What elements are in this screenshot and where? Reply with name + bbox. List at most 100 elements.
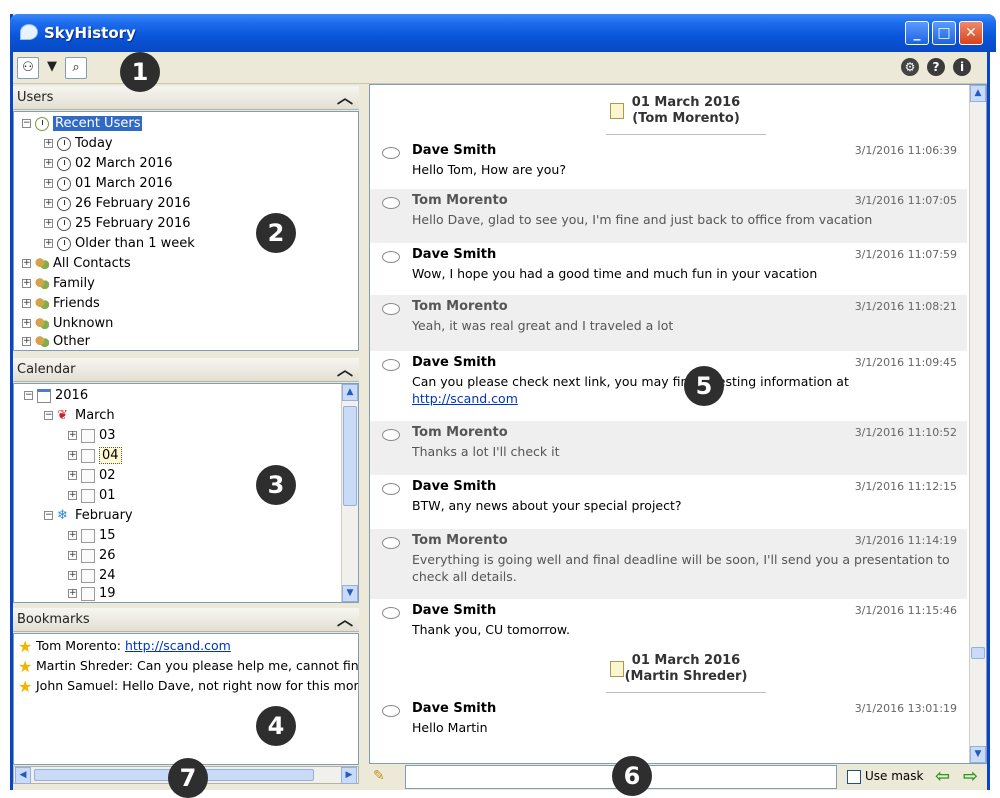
search-icon[interactable]: ⌕	[65, 57, 87, 79]
expand-toggle-icon[interactable]: +	[22, 337, 31, 346]
message-row[interactable]: Tom Morento 3/1/2016 11:14:19 Everything…	[370, 529, 967, 599]
message-author: Dave Smith	[412, 603, 497, 618]
message-row[interactable]: Dave Smith 3/1/2016 11:09:45 Can you ple…	[370, 351, 967, 421]
collapse-toggle-icon[interactable]: −	[44, 411, 53, 420]
collapse-chevron-icon[interactable]: ︿	[337, 608, 353, 632]
collapse-toggle-icon[interactable]: −	[24, 391, 33, 400]
users-panel-header[interactable]: Users ︿	[13, 86, 359, 110]
chat-scrollbar[interactable]: ▲ ▼	[969, 85, 986, 763]
expand-toggle-icon[interactable]: +	[44, 179, 53, 188]
tree-node-recent[interactable]: + Older than 1 week	[44, 234, 195, 254]
scroll-thumb[interactable]	[343, 406, 357, 506]
tree-node-label: Today	[75, 136, 113, 151]
clear-broom-icon[interactable]: ✎	[373, 768, 395, 786]
conversation-header[interactable]: 01 March 2016 (Tom Morento)	[606, 95, 766, 135]
expand-toggle-icon[interactable]: +	[22, 299, 31, 308]
scroll-right-icon[interactable]: ▶	[341, 767, 357, 784]
scroll-thumb[interactable]	[971, 647, 985, 659]
expand-toggle-icon[interactable]: +	[44, 219, 53, 228]
use-mask-checkbox[interactable]	[847, 770, 861, 784]
tree-node-group[interactable]: + Unknown	[22, 314, 113, 334]
tree-node-recent[interactable]: +01 March 2016	[44, 174, 173, 194]
expand-toggle-icon[interactable]: +	[68, 551, 77, 560]
collapse-chevron-icon[interactable]: ︿	[337, 86, 353, 110]
message-link[interactable]: http://scand.com	[412, 391, 518, 406]
expand-toggle-icon[interactable]: +	[44, 239, 53, 248]
info-icon[interactable]: i	[953, 58, 971, 76]
filter-icon[interactable]: ▼	[41, 57, 63, 79]
message-row[interactable]: Dave Smith 3/1/2016 11:15:46 Thank you, …	[370, 599, 967, 649]
bookmarks-panel-header[interactable]: Bookmarks ︿	[13, 608, 359, 632]
message-row[interactable]: Tom Morento 3/1/2016 11:07:05 Hello Dave…	[370, 189, 967, 243]
collapse-toggle-icon[interactable]: −	[44, 511, 53, 520]
expand-toggle-icon[interactable]: +	[44, 199, 53, 208]
message-row[interactable]: Dave Smith 3/1/2016 11:06:39 Hello Tom, …	[370, 139, 967, 189]
help-icon[interactable]: ?	[927, 58, 945, 76]
clock-icon	[57, 236, 71, 251]
tree-node-day[interactable]: +26	[68, 546, 116, 566]
minimize-button[interactable]: _	[905, 21, 929, 45]
scroll-down-icon[interactable]: ▼	[342, 585, 358, 602]
conversation-header[interactable]: 01 March 2016 (Martin Shreder)	[606, 653, 766, 693]
expand-toggle-icon[interactable]: +	[68, 491, 77, 500]
tree-node-recent[interactable]: + Today	[44, 134, 113, 154]
expand-toggle-icon[interactable]: +	[68, 589, 77, 598]
message-row[interactable]: Dave Smith 3/1/2016 11:12:15 BTW, any ne…	[370, 475, 967, 529]
scroll-left-icon[interactable]: ◀	[15, 767, 31, 784]
tree-node-year[interactable]: − 2016	[24, 386, 88, 406]
tree-node-day[interactable]: +15	[68, 526, 116, 546]
tree-node-group[interactable]: + Other	[22, 332, 90, 350]
expand-toggle-icon[interactable]: +	[22, 279, 31, 288]
expand-toggle-icon[interactable]: +	[68, 431, 77, 440]
message-row[interactable]: Dave Smith 3/1/2016 11:07:59 Wow, I hope…	[370, 243, 967, 295]
message-row[interactable]: Tom Morento 3/1/2016 11:10:52 Thanks a l…	[370, 421, 967, 475]
previous-arrow-icon[interactable]: ⇦	[935, 766, 950, 787]
scroll-up-icon[interactable]: ▲	[342, 384, 358, 401]
scroll-down-icon[interactable]: ▼	[970, 746, 986, 763]
tree-node-recent[interactable]: +02 March 2016	[44, 154, 173, 174]
conversation-date: 01 March 2016	[631, 95, 741, 110]
speech-bubble-icon	[382, 537, 400, 549]
calendar-tree: −2016 − ❦ March +03 +04 +02 +01 − ❄ February…	[13, 383, 359, 603]
tree-node-day[interactable]: +01	[68, 486, 116, 506]
tree-node-month[interactable]: − ❄ February	[44, 506, 133, 526]
expand-toggle-icon[interactable]: +	[22, 319, 31, 328]
expand-toggle-icon[interactable]: +	[22, 259, 31, 268]
scroll-up-icon[interactable]: ▲	[970, 85, 986, 102]
collapse-chevron-icon[interactable]: ︿	[337, 358, 353, 382]
bookmark-item[interactable]: ★ John Samuel: Hello Dave, not right now …	[18, 676, 358, 696]
tree-node-day[interactable]: +24	[68, 566, 116, 586]
tree-node-group[interactable]: + Family	[22, 274, 95, 294]
tree-node-recent[interactable]: +26 February 2016	[44, 194, 191, 214]
tree-node-recent[interactable]: +25 February 2016	[44, 214, 191, 234]
close-button[interactable]: ✕	[959, 21, 983, 45]
expand-toggle-icon[interactable]: +	[68, 471, 77, 480]
gear-icon[interactable]: ⚙	[901, 58, 919, 76]
tree-node-day[interactable]: +19	[68, 584, 116, 602]
message-row[interactable]: Dave Smith 3/1/2016 13:01:19 Hello Marti…	[370, 697, 967, 747]
title-bar[interactable]: SkyHistory _ □ ✕	[10, 14, 996, 52]
next-arrow-icon[interactable]: ⇨	[963, 766, 978, 787]
bookmark-item[interactable]: ★ Tom Morento: http://scand.com	[18, 636, 231, 656]
calendar-scrollbar[interactable]: ▲ ▼	[341, 384, 358, 602]
maximize-button[interactable]: □	[932, 21, 956, 45]
tree-node-group[interactable]: + Friends	[22, 294, 100, 314]
group-icon	[35, 334, 49, 349]
calendar-panel-header[interactable]: Calendar ︿	[13, 358, 359, 382]
collapse-toggle-icon[interactable]: −	[22, 119, 31, 128]
expand-toggle-icon[interactable]: +	[44, 139, 53, 148]
tree-node-group[interactable]: + All Contacts	[22, 254, 131, 274]
tree-node-day[interactable]: +03	[68, 426, 116, 446]
tree-node-day[interactable]: +04	[68, 446, 122, 466]
expand-toggle-icon[interactable]: +	[68, 571, 77, 580]
expand-toggle-icon[interactable]: +	[44, 159, 53, 168]
tree-node-month[interactable]: − ❦ March	[44, 406, 115, 426]
bookmark-item[interactable]: ★ Martin Shreder: Can you please help me,…	[18, 656, 358, 676]
bookmark-link[interactable]: http://scand.com	[125, 638, 231, 653]
tree-node-day[interactable]: +02	[68, 466, 116, 486]
expand-toggle-icon[interactable]: +	[68, 531, 77, 540]
expand-toggle-icon[interactable]: +	[68, 451, 77, 460]
tree-node-recent-users[interactable]: − Recent Users	[22, 114, 143, 134]
message-row[interactable]: Tom Morento 3/1/2016 11:08:21 Yeah, it w…	[370, 295, 967, 351]
users-icon[interactable]: ⚇	[17, 57, 39, 79]
